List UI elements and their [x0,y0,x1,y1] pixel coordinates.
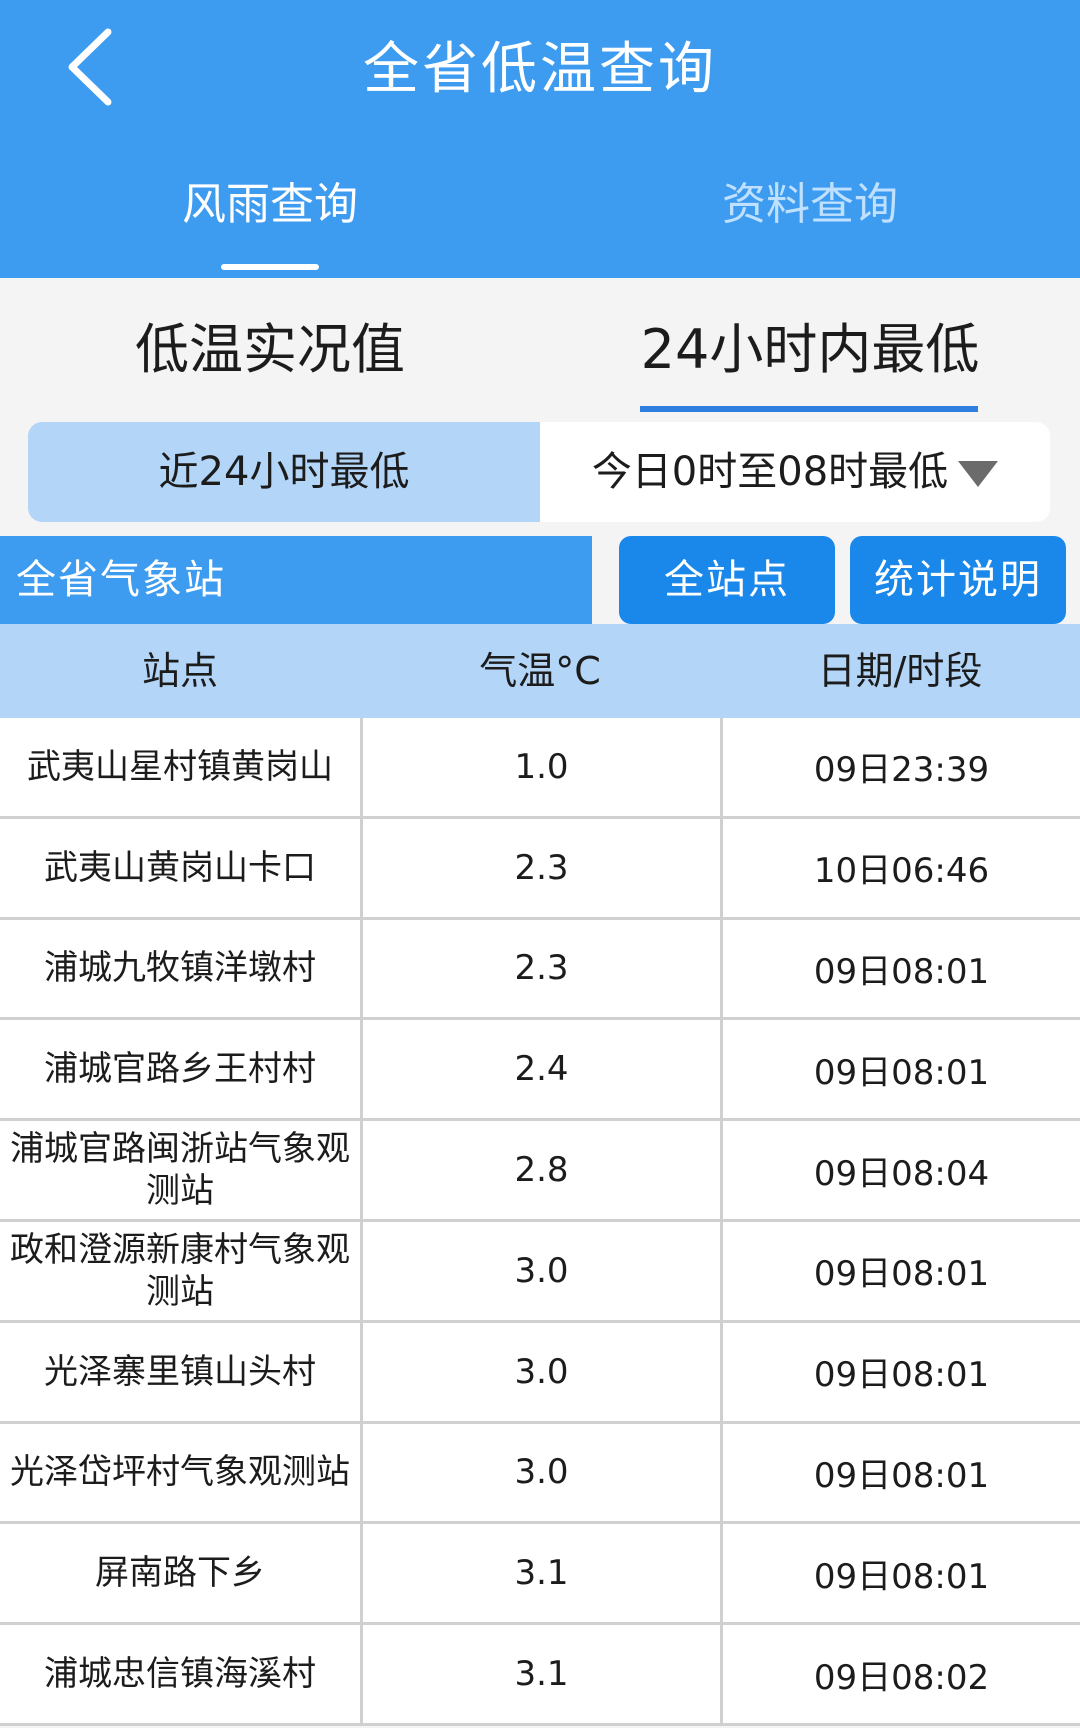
dropdown-triangle-icon [958,461,999,487]
temperature-value: 3.0 [360,1423,720,1522]
station-name: 政和澄源新康村气象观测站 [10,1229,350,1312]
table-body: 武夷山星村镇黄岗山 1.0 09日23:39 武夷山黄岗山卡口 2.3 10日0… [0,718,1080,1726]
temperature-value: 3.1 [360,1625,720,1723]
table-header: 站点 气温°C 日期/时段 [0,624,1080,718]
observation-time: 09日08:01 [720,1524,1080,1623]
app-header: 全省低温查询 风雨查询 资料查询 [0,0,1080,278]
temperature-value: 3.0 [360,1322,720,1421]
segment-recent-24h-min[interactable]: 近24小时最低 [28,422,540,522]
observation-time: 09日08:01 [720,1423,1080,1522]
temperature-value: 2.3 [360,818,720,917]
station-name: 光泽岱坪村气象观测站 [10,1452,350,1493]
table-row[interactable]: 浦城官路闽浙站气象观测站 2.8 09日08:04 [0,1121,1080,1222]
table-row[interactable]: 武夷山黄岗山卡口 2.3 10日06:46 [0,818,1080,920]
observation-time: 09日23:39 [720,718,1080,816]
subtab-24h-min[interactable]: 24小时内最低 [540,312,1080,388]
all-stations-button[interactable]: 全站点 [619,536,835,624]
table-row[interactable]: 浦城官路乡王村村 2.4 09日08:01 [0,1020,1080,1122]
stats-description-button[interactable]: 统计说明 [850,536,1066,624]
temperature-value: 3.1 [360,1524,720,1623]
temperature-value: 3.0 [360,1221,720,1320]
column-header-temperature: 气温°C [479,649,601,693]
tab-wind-rain-query[interactable]: 风雨查询 [0,170,540,240]
temperature-value: 2.3 [360,919,720,1018]
station-name: 武夷山星村镇黄岗山 [27,746,333,787]
table-row[interactable]: 浦城忠信镇海溪村 3.1 09日08:02 [0,1625,1080,1726]
segment-today-dropdown[interactable]: 今日0时至08时最低 [540,422,1050,522]
column-header-station: 站点 [141,649,218,693]
station-name: 光泽寨里镇山头村 [44,1351,316,1392]
observation-time: 09日08:01 [720,1221,1080,1320]
observation-time: 09日08:01 [720,919,1080,1018]
page-title: 全省低温查询 [363,37,717,102]
station-name: 武夷山黄岗山卡口 [44,847,316,888]
segment-today-label: 今日0时至08时最低 [591,449,949,495]
station-name: 浦城官路乡王村村 [44,1049,316,1090]
station-name: 屏南路下乡 [95,1553,265,1594]
active-subtab-indicator [640,406,978,412]
active-tab-indicator [221,264,319,270]
table-row[interactable]: 浦城九牧镇洋墩村 2.3 09日08:01 [0,919,1080,1021]
temperature-value: 2.8 [360,1121,720,1219]
station-name: 浦城九牧镇洋墩村 [44,948,316,989]
observation-time: 09日08:02 [720,1625,1080,1723]
observation-time: 09日08:01 [720,1020,1080,1119]
station-name: 浦城官路闽浙站气象观测站 [10,1129,350,1212]
subtab-low-temp-live[interactable]: 低温实况值 [0,312,540,388]
observation-time: 09日08:04 [720,1121,1080,1219]
station-name: 浦城忠信镇海溪村 [44,1654,316,1695]
observation-time: 10日06:46 [720,818,1080,917]
table-row[interactable]: 光泽寨里镇山头村 3.0 09日08:01 [0,1322,1080,1424]
table-row[interactable]: 武夷山星村镇黄岗山 1.0 09日23:39 [0,718,1080,819]
temperature-value: 1.0 [360,718,720,816]
time-range-selector: 近24小时最低 今日0时至08时最低 [28,422,1050,522]
region-label: 全省气象站 [0,536,592,624]
temperature-value: 2.4 [360,1020,720,1119]
observation-time: 09日08:01 [720,1322,1080,1421]
table-row[interactable]: 屏南路下乡 3.1 09日08:01 [0,1524,1080,1626]
table-row[interactable]: 政和澄源新康村气象观测站 3.0 09日08:01 [0,1221,1080,1323]
tab-data-query[interactable]: 资料查询 [540,170,1080,240]
column-header-datetime: 日期/时段 [817,649,983,693]
table-row[interactable]: 光泽岱坪村气象观测站 3.0 09日08:01 [0,1423,1080,1525]
